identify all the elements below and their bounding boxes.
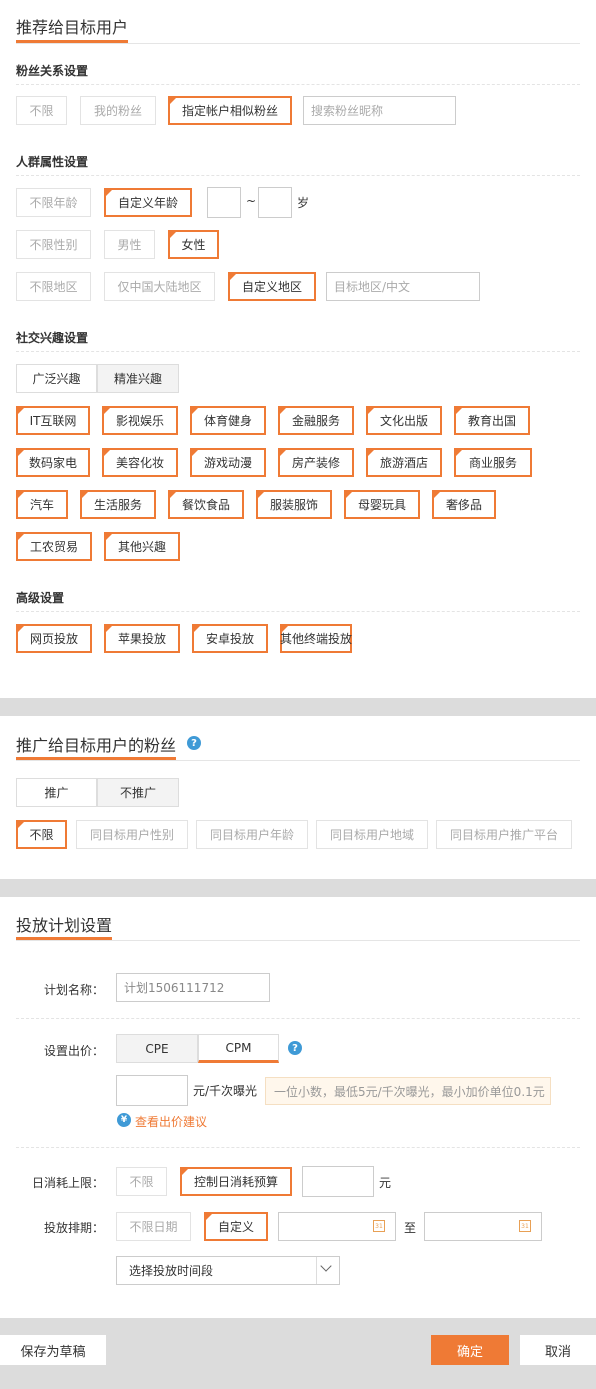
- interest-tag[interactable]: 金融服务: [278, 406, 354, 435]
- interest-tag[interactable]: 其他兴趣: [104, 532, 180, 561]
- fans-target-gender[interactable]: 同目标用户性别: [76, 820, 188, 849]
- fans-option-my-fans[interactable]: 我的粉丝: [80, 96, 156, 125]
- dashed-divider: [16, 1147, 580, 1148]
- interest-tag[interactable]: 游戏动漫: [190, 448, 266, 477]
- bid-label: 设置出价：: [44, 1044, 105, 1058]
- save-draft-button[interactable]: 保存为草稿: [0, 1335, 106, 1365]
- interest-tag[interactable]: 餐饮食品: [168, 490, 244, 519]
- cancel-button[interactable]: 取消: [520, 1335, 596, 1365]
- interest-tag[interactable]: 商业服务: [454, 448, 532, 477]
- interest-tag[interactable]: 体育健身: [190, 406, 266, 435]
- calendar-icon[interactable]: 31: [373, 1220, 385, 1232]
- tab-promote[interactable]: 推广: [16, 778, 97, 807]
- age-max-input[interactable]: [258, 187, 292, 218]
- interest-tag[interactable]: 旅游酒店: [366, 448, 442, 477]
- fans-target-age[interactable]: 同目标用户年龄: [196, 820, 308, 849]
- daily-limit-label: 日消耗上限：: [32, 1176, 105, 1190]
- bid-tab-cpe[interactable]: CPE: [116, 1034, 198, 1063]
- interest-tag[interactable]: 文化出版: [366, 406, 442, 435]
- daily-option-unlimited[interactable]: 不限: [116, 1167, 167, 1196]
- region-option-custom[interactable]: 自定义地区: [228, 272, 316, 301]
- time-period-select-value: 选择投放时间段: [129, 1264, 214, 1278]
- fans-option-unlimited[interactable]: 不限: [16, 96, 67, 125]
- interest-tag[interactable]: 数码家电: [16, 448, 90, 477]
- age-unit: 岁: [297, 196, 310, 210]
- daily-option-budget[interactable]: 控制日消耗预算: [180, 1167, 292, 1196]
- section-separator: [0, 879, 596, 897]
- calendar-icon[interactable]: 31: [519, 1220, 531, 1232]
- fans-relation-label: 粉丝关系设置: [16, 64, 89, 78]
- fans-search-input[interactable]: 搜索粉丝昵称: [303, 96, 456, 125]
- dashed-divider: [16, 351, 580, 352]
- region-option-mainland[interactable]: 仅中国大陆地区: [104, 272, 215, 301]
- dashed-divider: [16, 1018, 580, 1019]
- age-separator: ~: [246, 194, 257, 208]
- date-separator: 至: [404, 1221, 417, 1235]
- daily-budget-input[interactable]: [302, 1166, 374, 1197]
- advanced-settings-label: 高级设置: [16, 591, 65, 605]
- region-input[interactable]: 目标地区/中文: [326, 272, 480, 301]
- interest-tag[interactable]: 工农贸易: [16, 532, 92, 561]
- yuan-icon: ¥: [117, 1113, 131, 1127]
- interest-tag[interactable]: 房产装修: [278, 448, 354, 477]
- section-title-recommend: 推荐给目标用户: [16, 18, 129, 37]
- interest-tag[interactable]: 影视娱乐: [102, 406, 178, 435]
- social-interest-label: 社交兴趣设置: [16, 331, 89, 345]
- region-option-unlimited[interactable]: 不限地区: [16, 272, 91, 301]
- daily-unit: 元: [379, 1176, 392, 1190]
- bid-advice-link[interactable]: 查看出价建议: [135, 1113, 207, 1130]
- section-title-plan: 投放计划设置: [16, 916, 113, 935]
- gender-option-unlimited[interactable]: 不限性别: [16, 230, 91, 259]
- bid-tab-cpm[interactable]: CPM: [198, 1034, 279, 1063]
- gender-option-male[interactable]: 男性: [104, 230, 155, 259]
- help-icon[interactable]: ?: [187, 736, 201, 750]
- section-separator: [0, 698, 596, 716]
- fans-target-region[interactable]: 同目标用户地域: [316, 820, 428, 849]
- fans-option-similar[interactable]: 指定帐户相似粉丝: [168, 96, 292, 125]
- interest-tag[interactable]: 美容化妆: [102, 448, 178, 477]
- plan-name-input[interactable]: 计划1506111712: [116, 973, 270, 1002]
- bid-unit: 元/千次曝光: [193, 1084, 258, 1098]
- interest-tag[interactable]: 生活服务: [80, 490, 156, 519]
- dashed-divider: [16, 611, 580, 612]
- dashed-divider: [16, 84, 580, 85]
- interest-tag[interactable]: 汽车: [16, 490, 68, 519]
- interest-tag[interactable]: 奢侈品: [432, 490, 496, 519]
- section-divider: [16, 760, 580, 761]
- interest-tag[interactable]: 母婴玩具: [344, 490, 420, 519]
- tab-no-promote[interactable]: 不推广: [97, 778, 179, 807]
- tab-precise-interest[interactable]: 精准兴趣: [97, 364, 179, 393]
- bid-price-input[interactable]: [116, 1075, 188, 1106]
- section-title-fans: 推广给目标用户的粉丝: [16, 736, 177, 755]
- interest-tag[interactable]: 服装服饰: [256, 490, 332, 519]
- tab-broad-interest[interactable]: 广泛兴趣: [16, 364, 97, 393]
- fans-target-unlimited[interactable]: 不限: [16, 820, 67, 849]
- age-option-custom[interactable]: 自定义年龄: [104, 188, 192, 217]
- dashed-divider: [16, 175, 580, 176]
- confirm-button[interactable]: 确定: [431, 1335, 509, 1365]
- platform-option-android[interactable]: 安卓投放: [192, 624, 268, 653]
- section-divider: [16, 940, 580, 941]
- bid-hint: 一位小数，最低5元/千次曝光，最小加价单位0.1元: [265, 1077, 551, 1105]
- section-divider: [16, 43, 580, 44]
- platform-option-ios[interactable]: 苹果投放: [104, 624, 180, 653]
- plan-name-label: 计划名称：: [44, 983, 105, 997]
- platform-option-web[interactable]: 网页投放: [16, 624, 92, 653]
- schedule-option-custom[interactable]: 自定义: [204, 1212, 268, 1241]
- age-min-input[interactable]: [207, 187, 241, 218]
- gender-option-female[interactable]: 女性: [168, 230, 219, 259]
- interest-tag[interactable]: 教育出国: [454, 406, 530, 435]
- interest-tag[interactable]: IT互联网: [16, 406, 90, 435]
- fans-target-platform[interactable]: 同目标用户推广平台: [436, 820, 572, 849]
- age-option-unlimited[interactable]: 不限年龄: [16, 188, 91, 217]
- time-period-select[interactable]: 选择投放时间段: [116, 1256, 340, 1285]
- schedule-option-unlimited[interactable]: 不限日期: [116, 1212, 191, 1241]
- help-icon[interactable]: ?: [288, 1041, 302, 1055]
- crowd-attr-label: 人群属性设置: [16, 155, 89, 169]
- schedule-label: 投放排期：: [44, 1221, 105, 1235]
- platform-option-other[interactable]: 其他终端投放: [280, 624, 352, 653]
- select-divider: [316, 1257, 317, 1284]
